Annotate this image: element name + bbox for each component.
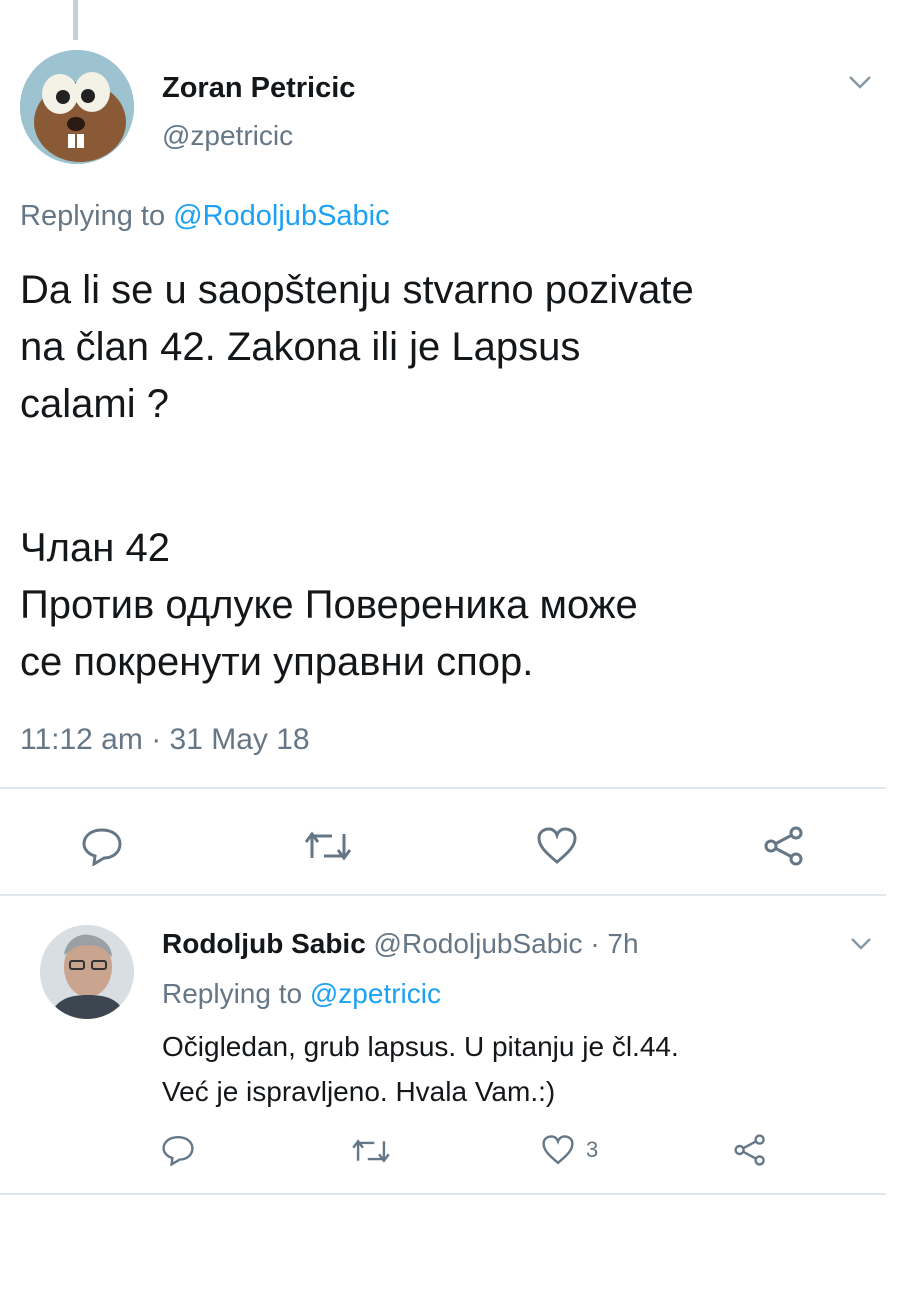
reply-icon bbox=[160, 1134, 196, 1166]
reply-replying-to-prefix: Replying to bbox=[162, 978, 310, 1009]
retweet-icon bbox=[350, 1136, 392, 1166]
reply-replying-to-mention[interactable]: @zpetricic bbox=[310, 978, 441, 1009]
divider bbox=[0, 894, 886, 896]
reply-author-line[interactable]: Rodoljub Sabic @RodoljubSabic · 7h bbox=[162, 928, 639, 960]
reply-tweet-text: Očigledan, grub lapsus. U pitanju je čl.… bbox=[162, 1031, 679, 1107]
reply-icon bbox=[80, 826, 124, 866]
share-icon bbox=[762, 826, 806, 866]
avatar-zoran-petricic[interactable] bbox=[20, 50, 134, 164]
like-count: 3 bbox=[586, 1137, 599, 1162]
reply-like-button[interactable]: 3 bbox=[540, 1134, 598, 1166]
reply-author-name[interactable]: Rodoljub Sabic bbox=[162, 928, 366, 959]
like-icon bbox=[540, 1134, 576, 1166]
like-button[interactable] bbox=[535, 826, 579, 866]
thread-line bbox=[73, 0, 78, 40]
tweet-timestamp[interactable]: 11:12 am · 31 May 18 bbox=[20, 723, 310, 757]
replying-to-mention[interactable]: @RodoljubSabic bbox=[173, 200, 389, 232]
reply-replying-to-line: Replying to @zpetricic bbox=[162, 978, 441, 1010]
share-button[interactable] bbox=[762, 826, 806, 866]
replying-to-prefix: Replying to bbox=[20, 200, 174, 232]
divider bbox=[0, 787, 886, 789]
chevron-down-icon[interactable] bbox=[848, 935, 874, 953]
author-name[interactable]: Zoran Petricic bbox=[162, 72, 355, 105]
avatar-rodoljub-sabic[interactable] bbox=[40, 925, 134, 1019]
divider bbox=[0, 1193, 886, 1195]
share-icon bbox=[732, 1134, 768, 1166]
tweet-quote-text: Члан 42 Против одлуке Повереника може се… bbox=[20, 526, 638, 684]
retweet-icon bbox=[302, 828, 354, 864]
tweet-text: Da li se u saopštenju stvarno pozivate n… bbox=[20, 268, 694, 426]
reply-button[interactable] bbox=[80, 826, 124, 866]
author-handle[interactable]: @zpetricic bbox=[162, 120, 293, 152]
reply-reply-button[interactable] bbox=[160, 1134, 196, 1166]
chevron-down-icon[interactable] bbox=[846, 72, 874, 92]
reply-author-meta: @RodoljubSabic · 7h bbox=[365, 928, 639, 959]
like-icon bbox=[535, 826, 579, 866]
replying-to-line: Replying to @RodoljubSabic bbox=[20, 200, 390, 233]
retweet-button[interactable] bbox=[302, 828, 354, 864]
reply-retweet-button[interactable] bbox=[350, 1136, 392, 1166]
reply-share-button[interactable] bbox=[732, 1134, 768, 1166]
